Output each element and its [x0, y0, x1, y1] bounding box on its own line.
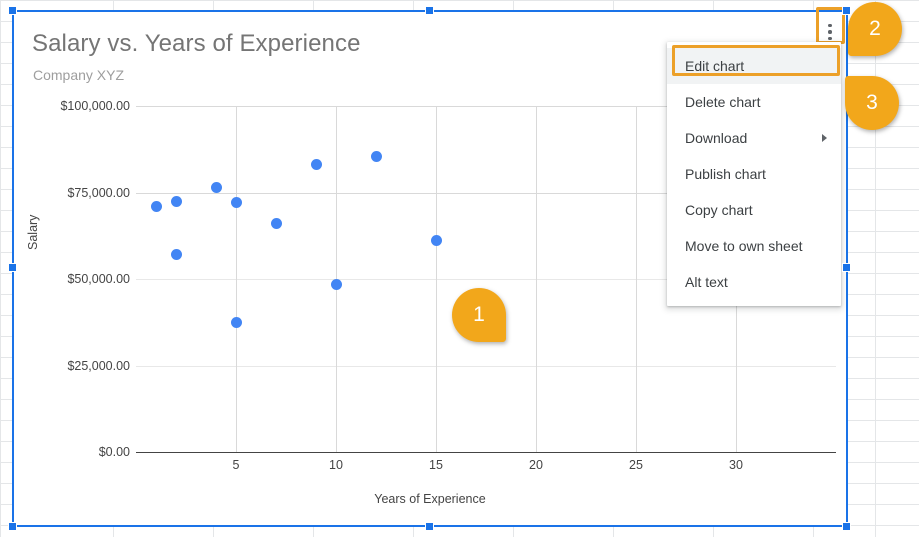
resize-handle-bottom-center[interactable]: [425, 522, 434, 531]
menu-item-edit-chart[interactable]: Edit chart: [667, 48, 841, 84]
scatter-point[interactable]: [270, 218, 282, 230]
x-axis-tick-label: 20: [529, 458, 543, 472]
menu-item-label: Alt text: [685, 274, 728, 290]
dot: [828, 23, 832, 28]
menu-item-label: Move to own sheet: [685, 238, 803, 254]
menu-item-copy-chart[interactable]: Copy chart: [667, 192, 841, 228]
menu-item-label: Delete chart: [685, 94, 761, 110]
resize-handle-bottom-left[interactable]: [8, 522, 17, 531]
y-axis-title: Salary: [26, 214, 40, 250]
x-axis-tick-label: 10: [329, 458, 343, 472]
spreadsheet-canvas: Salary vs. Years of Experience Company X…: [0, 0, 919, 537]
scatter-point[interactable]: [370, 150, 382, 162]
scatter-point[interactable]: [330, 278, 342, 290]
x-gridline: [636, 106, 637, 452]
menu-item-label: Copy chart: [685, 202, 753, 218]
resize-handle-middle-right[interactable]: [842, 263, 851, 272]
chart-title: Salary vs. Years of Experience: [32, 30, 361, 57]
resize-handle-bottom-right[interactable]: [842, 522, 851, 531]
resize-handle-middle-left[interactable]: [8, 263, 17, 272]
menu-item-label: Download: [685, 130, 748, 146]
scatter-point[interactable]: [430, 235, 442, 247]
dot: [828, 36, 832, 41]
resize-handle-top-left[interactable]: [8, 6, 17, 15]
dot: [828, 30, 832, 34]
chevron-right-icon: [822, 134, 827, 142]
callout-number: 2: [869, 17, 881, 40]
menu-item-alt-text[interactable]: Alt text: [667, 264, 841, 300]
y-axis-tick-label: $75,000.00: [67, 185, 130, 200]
scatter-point[interactable]: [230, 316, 242, 328]
y-gridline: [136, 452, 836, 453]
callout-number: 1: [473, 303, 485, 326]
x-gridline: [236, 106, 237, 452]
menu-item-label: Edit chart: [685, 58, 745, 74]
x-axis-tick-label: 30: [729, 458, 743, 472]
x-gridline: [436, 106, 437, 452]
x-gridline: [536, 106, 537, 452]
scatter-point[interactable]: [170, 249, 182, 261]
grid-column: [0, 0, 1, 537]
x-axis-tick-label: 5: [232, 458, 240, 472]
scatter-point[interactable]: [310, 159, 322, 171]
x-axis-tick-labels: 5 10 15 20 25 30: [136, 458, 836, 478]
menu-item-publish-chart[interactable]: Publish chart: [667, 156, 841, 192]
y-axis-tick-label: $0.00: [98, 445, 130, 459]
y-axis-tick-label: $100,000.00: [60, 99, 130, 113]
scatter-point[interactable]: [150, 200, 162, 212]
x-axis-title: Years of Experience: [374, 492, 486, 506]
y-axis-tick-label: $50,000.00: [67, 272, 130, 286]
x-axis-tick-label: 15: [429, 458, 443, 472]
grid-row: [0, 0, 919, 1]
scatter-point[interactable]: [230, 197, 242, 209]
resize-handle-top-center[interactable]: [425, 6, 434, 15]
menu-item-download[interactable]: Download: [667, 120, 841, 156]
scatter-point[interactable]: [170, 195, 182, 207]
y-gridline: [136, 365, 836, 367]
callout-marker-1: 1: [452, 288, 506, 342]
resize-handle-top-right[interactable]: [842, 6, 851, 15]
menu-item-move-to-own-sheet[interactable]: Move to own sheet: [667, 228, 841, 264]
chart-context-menu: Edit chart Delete chart Download Publish ch…: [667, 42, 841, 306]
callout-marker-2: 2: [848, 2, 902, 56]
chart-subtitle: Company XYZ: [33, 67, 125, 83]
x-axis-tick-label: 25: [629, 458, 643, 472]
callout-marker-3: 3: [845, 76, 899, 130]
menu-item-delete-chart[interactable]: Delete chart: [667, 84, 841, 120]
callout-number: 3: [866, 91, 878, 114]
scatter-point[interactable]: [210, 181, 222, 193]
y-axis-tick-label: $25,000.00: [67, 358, 130, 373]
y-axis-tick-labels: $0.00 $25,000.00 $50,000.00 $75,000.00 $100,…: [54, 99, 130, 459]
menu-item-label: Publish chart: [685, 166, 766, 182]
